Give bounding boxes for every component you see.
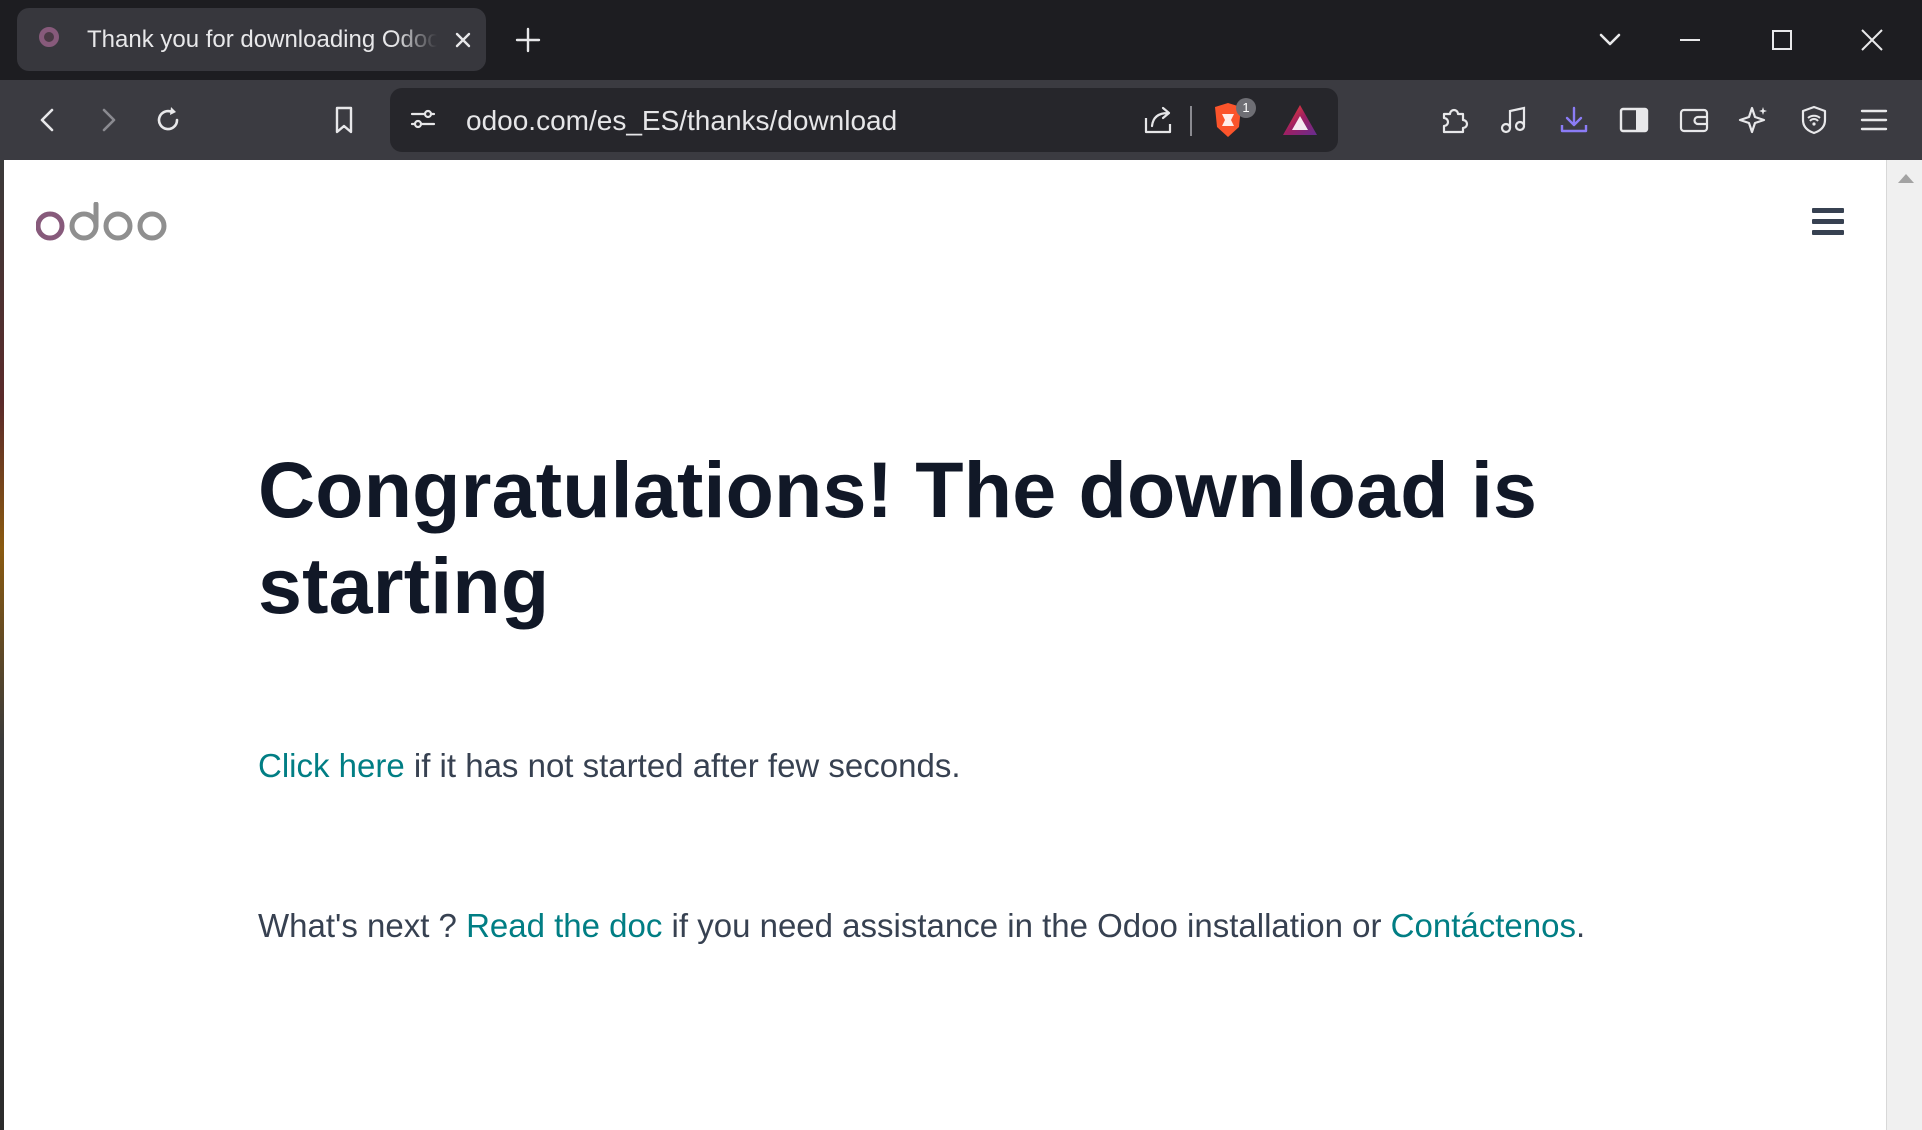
tab-title: Thank you for downloading Odoo <box>87 27 437 53</box>
next-steps-paragraph: What's next ? Read the doc if you need a… <box>258 906 1585 946</box>
shields-count-badge: 1 <box>1236 98 1256 118</box>
next-prefix: What's next ? <box>258 907 467 944</box>
read-doc-link[interactable]: Read the doc <box>466 907 662 944</box>
reload-icon[interactable] <box>146 98 190 142</box>
scroll-up-arrow-icon[interactable] <box>1898 174 1914 183</box>
page-viewport: Congratulations! The download is startin… <box>4 160 1886 1130</box>
forward-icon[interactable] <box>86 98 130 142</box>
vpn-shield-icon[interactable] <box>1792 98 1836 142</box>
site-settings-icon[interactable] <box>408 104 438 139</box>
minimize-icon[interactable] <box>1670 20 1710 60</box>
page-title: Congratulations! The download is startin… <box>258 445 1538 630</box>
browser-menu-icon[interactable] <box>1852 98 1896 142</box>
address-bar[interactable]: odoo.com/es_ES/thanks/download 1 <box>390 88 1338 152</box>
odoo-logo[interactable] <box>36 202 176 246</box>
leo-ai-icon[interactable] <box>1732 98 1776 142</box>
odoo-favicon-icon <box>39 27 59 47</box>
retry-paragraph: Click here if it has not started after f… <box>258 746 961 786</box>
maximize-icon[interactable] <box>1762 20 1802 60</box>
browser-toolbar: odoo.com/es_ES/thanks/download 1 <box>0 80 1922 160</box>
share-icon[interactable] <box>1140 102 1176 143</box>
next-suffix: . <box>1575 907 1586 944</box>
tab-search-chevron-down-icon[interactable] <box>1590 20 1630 60</box>
next-middle: if you need assistance in the Odoo insta… <box>662 907 1391 944</box>
tab-strip: Thank you for downloading Odoo <box>0 0 1922 80</box>
sidebar-icon[interactable] <box>1612 98 1656 142</box>
click-here-link[interactable]: Click here <box>258 747 405 784</box>
wallet-icon[interactable] <box>1672 98 1716 142</box>
tab-close-icon[interactable] <box>449 26 477 54</box>
active-tab[interactable]: Thank you for downloading Odoo <box>17 8 486 71</box>
contact-link[interactable]: Contáctenos <box>1391 907 1576 944</box>
url-divider <box>1190 106 1192 136</box>
bookmark-icon[interactable] <box>322 98 366 142</box>
media-icon[interactable] <box>1492 98 1536 142</box>
url-text[interactable]: odoo.com/es_ES/thanks/download <box>466 106 897 136</box>
retry-text: if it has not started after few seconds. <box>404 747 961 784</box>
site-menu-toggle[interactable] <box>1810 204 1846 238</box>
back-icon[interactable] <box>26 98 70 142</box>
brave-rewards-icon[interactable] <box>1280 102 1320 143</box>
downloads-icon[interactable] <box>1552 98 1596 142</box>
new-tab-plus-icon[interactable] <box>512 24 544 56</box>
extensions-icon[interactable] <box>1432 98 1476 142</box>
page-scrollbar[interactable] <box>1886 160 1922 1130</box>
close-window-icon[interactable] <box>1852 20 1892 60</box>
